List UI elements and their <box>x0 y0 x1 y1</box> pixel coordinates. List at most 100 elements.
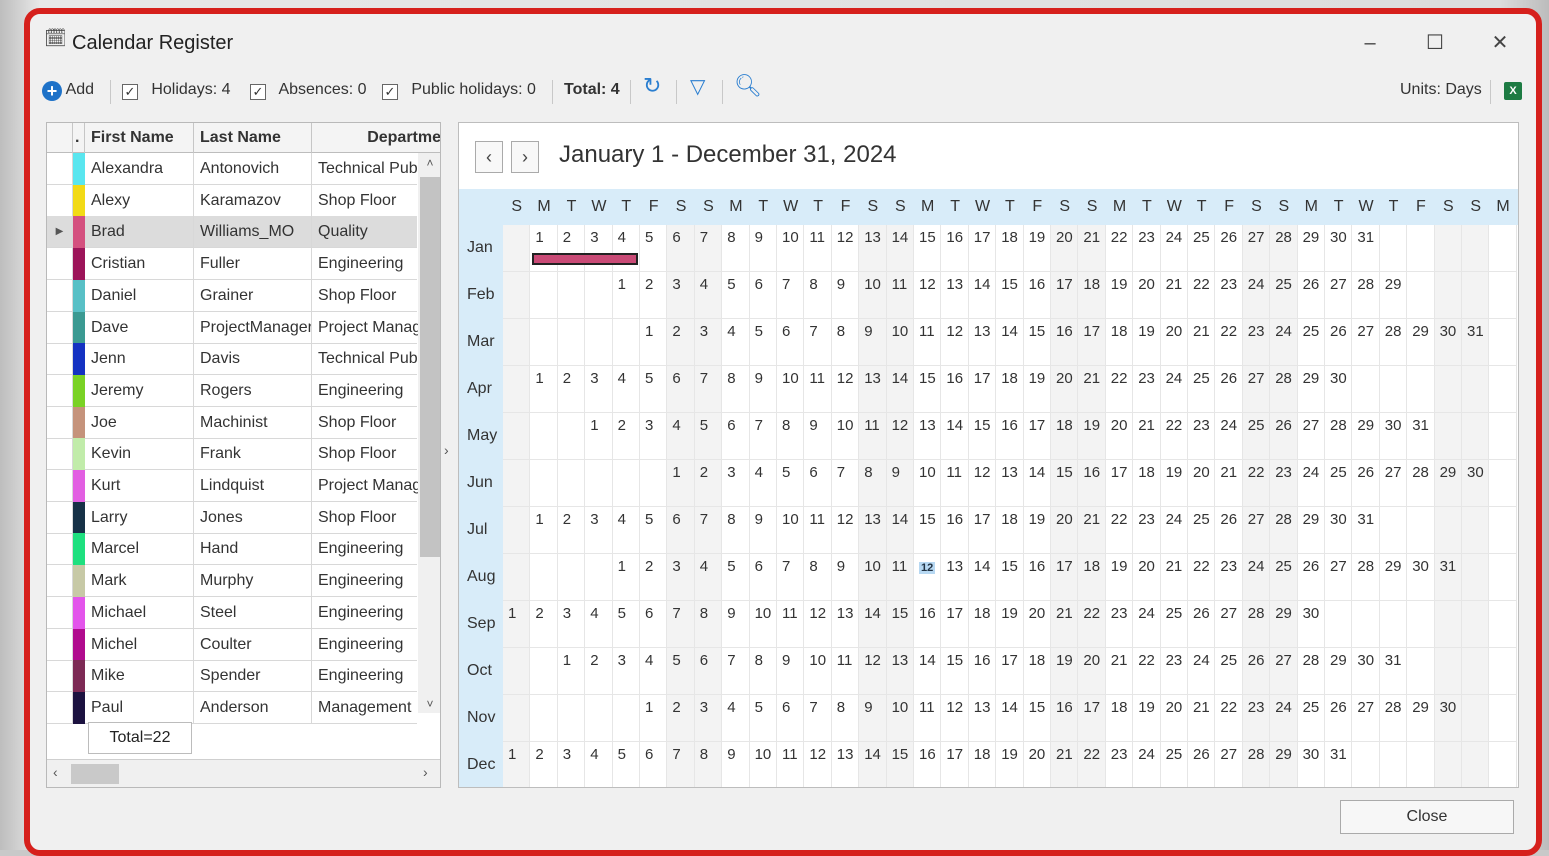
calendar-day-cell[interactable]: 16 <box>1023 272 1051 319</box>
calendar-day-cell[interactable]: 11 <box>777 601 805 648</box>
calendar-day-cell[interactable]: 21 <box>1078 366 1106 413</box>
calendar-day-cell[interactable]: 5 <box>640 225 668 272</box>
calendar-day-cell[interactable]: 24 <box>1160 225 1188 272</box>
department-cell[interactable]: Engineering <box>312 248 418 279</box>
scroll-down-icon[interactable]: ˅ <box>418 697 440 711</box>
calendar-day-cell[interactable]: 22 <box>1188 554 1216 601</box>
calendar-day-cell[interactable]: 17 <box>1051 272 1079 319</box>
calendar-day-cell[interactable]: 26 <box>1215 366 1243 413</box>
calendar-day-cell[interactable]: 7 <box>749 413 777 460</box>
last-name-cell[interactable]: Karamazov <box>194 184 312 216</box>
department-cell[interactable]: Project Manage <box>312 470 418 501</box>
calendar-day-cell[interactable]: 28 <box>1352 272 1380 319</box>
calendar-day-cell[interactable]: 4 <box>722 695 750 742</box>
calendar-day-cell[interactable]: 25 <box>1161 742 1188 787</box>
calendar-day-cell[interactable]: 29 <box>1379 272 1408 319</box>
table-row[interactable]: Joe Machinist Shop Floor <box>47 406 418 439</box>
calendar-day-cell[interactable]: 29 <box>1270 742 1298 787</box>
calendar-day-cell[interactable]: 21 <box>1078 507 1106 554</box>
table-row[interactable]: Paul Anderson Management <box>47 691 417 724</box>
calendar-day-cell[interactable]: 18 <box>996 366 1024 413</box>
first-name-cell[interactable]: Cristian <box>85 248 194 280</box>
department-cell[interactable]: Engineering <box>312 375 418 406</box>
calendar-day-cell[interactable]: 27 <box>1297 413 1325 460</box>
calendar-day-cell[interactable]: 29 <box>1407 319 1435 366</box>
calendar-day-cell[interactable]: 12 <box>914 272 942 319</box>
calendar-day-cell[interactable]: 30 <box>1298 742 1325 787</box>
calendar-day-cell[interactable]: 22 <box>1105 366 1134 413</box>
calendar-day-cell[interactable]: 2 <box>640 272 668 319</box>
calendar-day-cell[interactable]: 3 <box>557 601 586 648</box>
calendar-day-cell[interactable]: 2 <box>694 460 723 507</box>
calendar-day-cell[interactable]: 3 <box>694 319 723 366</box>
calendar-day-cell[interactable]: 29 <box>1297 225 1325 272</box>
calendar-day-cell[interactable]: 17 <box>996 648 1024 695</box>
table-row[interactable]: Mark Murphy Engineering <box>47 565 417 598</box>
calendar-day-cell[interactable]: 19 <box>1023 225 1051 272</box>
calendar-day-cell[interactable]: 19 <box>996 742 1024 787</box>
calendar-day-cell[interactable]: 14 <box>886 366 914 413</box>
calendar-day-cell[interactable]: 3 <box>722 460 750 507</box>
last-name-cell[interactable]: Coulter <box>194 628 312 660</box>
calendar-day-cell[interactable]: 14 <box>859 742 887 787</box>
calendar-day-cell[interactable]: 8 <box>694 742 723 787</box>
horizontal-scrollbar[interactable]: ‹ › <box>47 759 440 787</box>
calendar-day-cell[interactable]: 8 <box>831 319 860 366</box>
calendar-day-cell[interactable]: 26 <box>1188 742 1216 787</box>
department-cell[interactable]: Shop Floor <box>312 438 418 469</box>
calendar-day-cell[interactable]: 13 <box>859 366 887 413</box>
calendar-day-cell[interactable]: 26 <box>1297 554 1325 601</box>
table-row[interactable]: Kevin Frank Shop Floor <box>47 438 418 471</box>
close-window-icon[interactable]: ✕ <box>1485 28 1515 58</box>
holiday-bar[interactable] <box>532 253 638 265</box>
calendar-day-cell[interactable]: 11 <box>859 413 887 460</box>
calendar-day-cell[interactable]: 8 <box>722 366 750 413</box>
calendar-day-cell[interactable]: 5 <box>640 507 668 554</box>
calendar-day-cell[interactable]: 1 <box>612 554 640 601</box>
first-name-cell[interactable]: Kevin <box>85 438 194 470</box>
calendar-day-cell[interactable]: 9 <box>886 460 914 507</box>
scroll-right-icon[interactable]: › <box>423 764 428 780</box>
last-name-cell[interactable]: Murphy <box>194 565 312 597</box>
calendar-day-cell[interactable]: 23 <box>1215 272 1243 319</box>
calendar-day-cell[interactable]: 21 <box>1078 225 1106 272</box>
calendar-day-cell[interactable]: 25 <box>1188 507 1216 554</box>
calendar-day-cell[interactable]: 9 <box>722 742 750 787</box>
calendar-day-cell[interactable]: 9 <box>722 601 750 648</box>
calendar-day-cell[interactable]: 3 <box>585 507 613 554</box>
department-cell[interactable]: Shop Floor <box>312 407 418 438</box>
calendar-day-cell[interactable]: 28 <box>1379 695 1408 742</box>
calendar-day-cell[interactable]: 25 <box>1188 366 1216 413</box>
calendar-day-cell[interactable]: 12 <box>941 319 969 366</box>
last-name-cell[interactable]: Lindquist <box>194 470 312 501</box>
calendar-day-cell[interactable]: 27 <box>1215 601 1243 648</box>
calendar-day-cell[interactable]: 19 <box>1105 554 1134 601</box>
next-period-button[interactable]: › <box>511 141 539 173</box>
first-name-cell[interactable]: Joe <box>85 406 194 438</box>
calendar-day-cell[interactable]: 19 <box>1105 272 1134 319</box>
calendar-day-cell[interactable]: 9 <box>749 225 777 272</box>
calendar-day-cell[interactable]: 5 <box>667 648 695 695</box>
calendar-day-cell[interactable]: 14 <box>941 413 969 460</box>
calendar-day-cell[interactable]: 7 <box>831 460 860 507</box>
vertical-scrollbar[interactable]: ˄ ˅ <box>418 153 440 713</box>
calendar-day-cell[interactable]: 8 <box>804 554 832 601</box>
calendar-day-cell[interactable]: 20 <box>1051 225 1079 272</box>
calendar-day-cell[interactable]: 24 <box>1160 366 1188 413</box>
calendar-day-cell[interactable]: 15 <box>914 366 942 413</box>
calendar-day-cell[interactable]: 20 <box>1023 601 1051 648</box>
calendar-day-cell[interactable]: 22 <box>1242 460 1271 507</box>
table-row[interactable]: Daniel Grainer Shop Floor <box>47 279 417 312</box>
calendar-day-cell[interactable]: 9 <box>749 366 777 413</box>
calendar-day-cell[interactable]: 2 <box>667 319 695 366</box>
calendar-day-cell[interactable]: 23 <box>1133 366 1161 413</box>
calendar-day-cell[interactable]: 23 <box>1105 601 1134 648</box>
last-name-cell[interactable]: Fuller <box>194 248 312 280</box>
calendar-day-cell[interactable]: 26 <box>1297 272 1325 319</box>
calendar-day-cell[interactable]: 11 <box>804 366 832 413</box>
close-button[interactable]: Close <box>1340 800 1514 834</box>
first-name-cell[interactable]: Brad <box>85 216 194 248</box>
calendar-day-cell[interactable]: 23 <box>1242 319 1271 366</box>
calendar-day-cell[interactable]: 15 <box>996 272 1024 319</box>
calendar-day-cell[interactable]: 11 <box>777 742 805 787</box>
